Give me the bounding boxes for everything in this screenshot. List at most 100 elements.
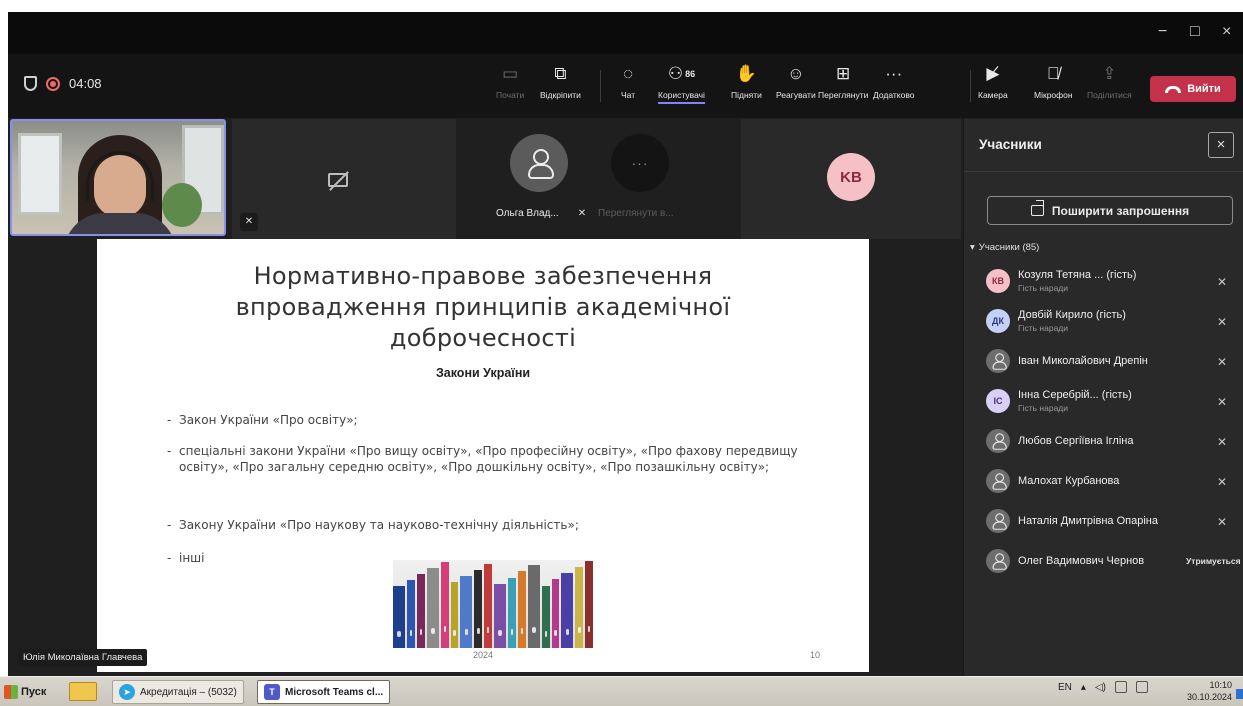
video-tile-kb[interactable]: KB: [741, 119, 961, 239]
raise-hand-button[interactable]: ✋ Підняти: [731, 62, 762, 100]
more-button[interactable]: ··· Додатково: [873, 62, 914, 100]
start-recording-button[interactable]: ▭ Почати: [496, 62, 524, 100]
view-more-label[interactable]: Переглянути в...: [598, 208, 674, 219]
webcam-feed: [12, 121, 224, 234]
participant-row[interactable]: Наталія Дмитрівна Опаріна ✕: [986, 505, 1240, 541]
binder: [494, 583, 507, 648]
participant-row[interactable]: Малохат Курбанова ✕: [986, 465, 1240, 501]
leave-button[interactable]: Вийти: [1150, 76, 1236, 102]
toolbar-separator: [970, 70, 971, 102]
binder: [460, 575, 473, 648]
person-icon: [991, 473, 1007, 490]
taskbar-telegram[interactable]: ➤ Акредитація – (5032): [112, 680, 244, 704]
mic-off-icon: ✕: [1217, 315, 1228, 329]
view-grid-icon: ⊞: [836, 64, 851, 83]
camera-off-icon: [328, 173, 348, 187]
participant-status: Утримується: [1186, 556, 1241, 566]
person-icon: [991, 433, 1007, 450]
network-icon[interactable]: [1114, 681, 1127, 693]
volume-icon[interactable]: ◁): [1095, 682, 1106, 693]
binder: [508, 577, 516, 648]
participant-name: Любов Сергіївна Ігліна: [1018, 435, 1134, 447]
share-button[interactable]: ⇪ Поділитися: [1087, 62, 1132, 100]
avatar: [986, 469, 1010, 493]
camera-button[interactable]: ▶̸ Камера: [978, 62, 1008, 100]
participant-name: Малохат Курбанова: [1018, 475, 1120, 487]
chat-icon: ◌: [623, 64, 634, 83]
unpin-button[interactable]: ⧉ Відкріпити: [540, 62, 581, 100]
avatar: [986, 349, 1010, 373]
taskbar-clock[interactable]: 10:10 30.10.2024: [1187, 679, 1232, 703]
maximize-button[interactable]: □: [1190, 22, 1200, 42]
participant-row[interactable]: Іван Миколайович Дрепін ✕: [986, 345, 1240, 381]
people-button[interactable]: ⚇ 86 Користувачі: [658, 62, 705, 104]
share-icon: [1030, 200, 1044, 216]
person-icon: [526, 149, 554, 179]
share-invite-button[interactable]: Поширити запрошення: [987, 196, 1233, 225]
person-icon: [991, 553, 1007, 570]
participant-row[interactable]: КВ Козуля Тетяна ... (гість) Гість нарад…: [986, 265, 1240, 301]
react-button[interactable]: ☺ Реагувати: [776, 62, 816, 100]
avatar[interactable]: [510, 134, 568, 192]
binder: [407, 580, 415, 648]
start-button[interactable]: Пуск: [4, 681, 46, 703]
mic-off-icon: ✕: [1217, 515, 1228, 529]
close-panel-button[interactable]: ×: [1208, 132, 1234, 158]
list-item: - Закону України «Про наукову та науково-…: [167, 518, 579, 532]
screen-record-icon: ▭: [502, 64, 519, 83]
participant-row[interactable]: ІС Інна Серебрій... (гість) Гість наради…: [986, 385, 1240, 421]
divider: [964, 171, 1243, 172]
presenter-name: Юлія Миколаївна Главчева: [18, 649, 148, 666]
participants-section-toggle[interactable]: ▾ Учасники (85): [970, 242, 1039, 253]
mic-off-icon: ✕: [240, 213, 258, 231]
list-item: - спеціальні закони України «Про вищу осв…: [167, 444, 798, 474]
binder: [561, 573, 574, 648]
mic-off-icon: 🎙̸: [1046, 64, 1060, 83]
show-desktop-button[interactable]: [1236, 689, 1243, 699]
unpin-window-icon: ⧉: [554, 64, 567, 83]
more-icon: ···: [631, 155, 649, 171]
system-tray: EN ▴ ◁): [1058, 681, 1148, 693]
chat-button[interactable]: ◌ Чат: [621, 62, 635, 100]
meeting-status: 04:08: [24, 76, 102, 91]
avatar: [986, 509, 1010, 533]
avatar: КВ: [986, 269, 1010, 293]
participant-name: Іван Миколайович Дрепін: [1018, 355, 1148, 367]
participant-row[interactable]: Любов Сергіївна Ігліна ✕: [986, 425, 1240, 461]
participant-row[interactable]: Олег Вадимович Чернов Утримується: [986, 545, 1241, 581]
binder: [450, 582, 459, 648]
shield-icon: [24, 76, 37, 91]
teams-window: − □ × 04:08 ▭ Почати ⧉ Відкріпити ◌ Чат: [8, 12, 1243, 676]
meeting-toolbar: 04:08 ▭ Почати ⧉ Відкріпити ◌ Чат ⚇ 86 Ко…: [8, 54, 1243, 118]
meeting-timer: 04:08: [69, 76, 102, 91]
video-tile-camera-off[interactable]: ✕: [232, 119, 456, 239]
participant-name: Інна Серебрій... (гість): [1018, 389, 1132, 401]
folder-icon[interactable]: [69, 682, 97, 701]
participant-name: Олег Вадимович Чернов: [1018, 555, 1145, 567]
mic-off-icon: ✕: [1217, 435, 1228, 449]
desktop-screen: − □ × 04:08 ▭ Почати ⧉ Відкріпити ◌ Чат: [0, 0, 1243, 706]
list-item: - Закон України «Про освіту»;: [167, 413, 358, 427]
avatar: ДК: [986, 309, 1010, 333]
minimize-button[interactable]: −: [1158, 22, 1167, 42]
mic-off-icon: ✕: [1217, 355, 1228, 369]
participant-row[interactable]: ДК Довбій Кирило (гість) Гість наради ✕: [986, 305, 1240, 341]
language-indicator[interactable]: EN: [1058, 682, 1072, 693]
person-icon: [991, 353, 1007, 370]
shared-slide: Нормативно-правове забезпечення впровадж…: [97, 239, 869, 672]
notification-icon[interactable]: [1135, 681, 1148, 693]
mic-off-icon: ✕: [577, 208, 587, 219]
avatar: KB: [827, 153, 875, 201]
view-button[interactable]: ⊞ Переглянути: [818, 62, 868, 100]
binder: [426, 567, 439, 648]
chevron-up-icon[interactable]: ▴: [1081, 682, 1086, 693]
participant-name: Ольга Влад...: [496, 208, 559, 219]
participant-name: Наталія Дмитрівна Опаріна: [1018, 515, 1158, 527]
microphone-button[interactable]: 🎙̸ Мікрофон: [1034, 62, 1073, 100]
slide-page-number: 10: [810, 650, 821, 660]
overflow-participants-button[interactable]: ···: [611, 134, 669, 192]
video-tile-presenter[interactable]: [10, 119, 226, 236]
close-window-button[interactable]: ×: [1222, 22, 1231, 42]
binder: [575, 567, 584, 648]
taskbar-teams[interactable]: T Microsoft Teams cl...: [257, 680, 391, 704]
